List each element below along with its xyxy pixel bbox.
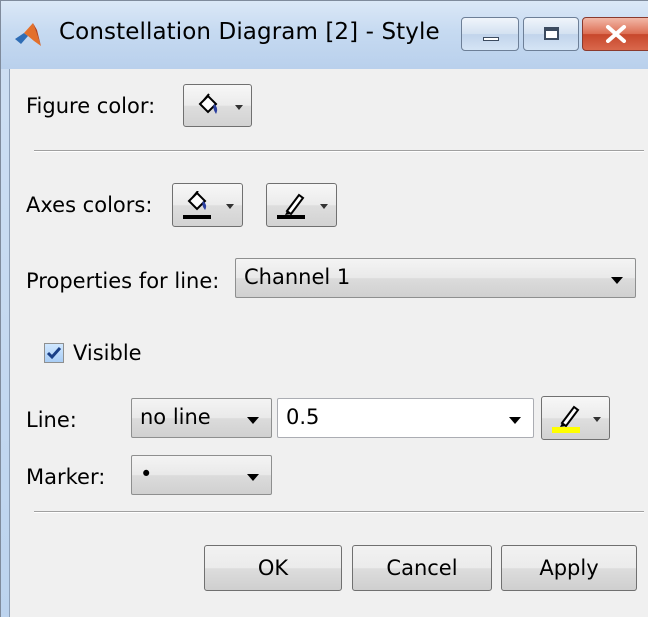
line-width-combobox[interactable]: 0.5 [277, 398, 534, 438]
maximize-icon [544, 27, 559, 40]
separator [34, 150, 644, 152]
properties-for-line-label: Properties for line: [26, 269, 220, 293]
dialog-body: Figure color: Axes colors: Properties fo… [9, 69, 648, 617]
maximize-button[interactable] [523, 17, 579, 51]
figure-color-label: Figure color: [26, 94, 156, 118]
paint-bucket-icon [183, 191, 211, 219]
apply-button[interactable]: Apply [501, 545, 637, 591]
close-button[interactable] [582, 17, 648, 51]
window-title: Constellation Diagram [2] - Style [59, 19, 440, 45]
marker-value: • [140, 462, 153, 486]
separator [34, 511, 644, 513]
dropdown-arrow-icon [235, 105, 243, 110]
paint-bucket-icon [198, 93, 218, 114]
axes-line-color-button[interactable] [266, 183, 337, 227]
close-icon [606, 25, 626, 43]
minimize-icon [483, 37, 499, 41]
marker-dropdown[interactable]: • [131, 455, 272, 495]
cancel-button[interactable]: Cancel [352, 545, 492, 591]
pen-icon [552, 405, 580, 433]
axes-colors-label: Axes colors: [26, 193, 153, 217]
line-style-value: no line [140, 405, 211, 429]
dropdown-arrow-icon [320, 204, 328, 209]
chevron-down-icon [247, 474, 259, 481]
chevron-down-icon [247, 417, 259, 424]
line-label: Line: [26, 408, 77, 432]
line-color-button[interactable] [541, 396, 610, 440]
checkmark-icon [46, 347, 62, 360]
figure-color-button[interactable] [183, 84, 252, 127]
chevron-down-icon [509, 417, 521, 424]
chevron-down-icon [611, 277, 623, 284]
ok-button[interactable]: OK [204, 545, 342, 591]
matlab-icon [15, 23, 41, 46]
line-style-dropdown[interactable]: no line [131, 398, 272, 438]
dropdown-arrow-icon [226, 204, 234, 209]
line-width-value: 0.5 [286, 405, 320, 429]
line-selector-dropdown[interactable]: Channel 1 [235, 258, 636, 298]
title-bar[interactable]: Constellation Diagram [2] - Style [1, 1, 648, 69]
axes-fill-color-button[interactable] [172, 183, 243, 227]
dropdown-arrow-icon [593, 417, 601, 422]
style-dialog-window: Constellation Diagram [2] - Style Figure… [0, 0, 648, 617]
line-selector-value: Channel 1 [244, 265, 351, 289]
minimize-button[interactable] [461, 17, 519, 51]
visible-checkbox[interactable] [44, 343, 64, 363]
marker-label: Marker: [26, 465, 106, 489]
visible-label: Visible [73, 341, 142, 365]
pen-icon [277, 193, 305, 219]
